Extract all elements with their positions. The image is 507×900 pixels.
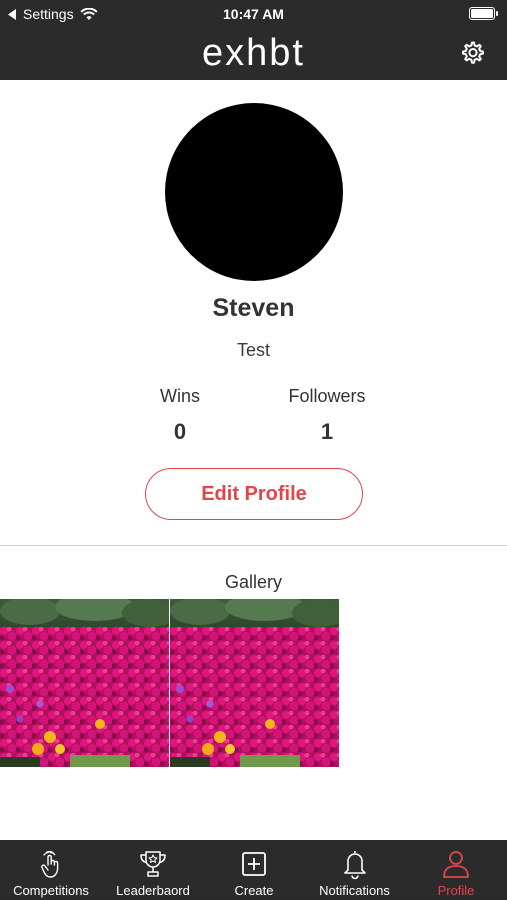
tab-label: Create [234,883,274,898]
tab-profile[interactable]: Profile [405,840,507,900]
wins-label: Wins [160,386,200,406]
gallery-photo [0,599,169,767]
followers-stat[interactable]: Followers 1 [267,386,387,445]
profile-bio: Test [236,340,270,360]
gallery-title: Gallery [224,572,282,592]
status-time: 10:47 AM [223,6,284,22]
plus-square-icon [242,852,266,876]
tab-competitions[interactable]: Competitions [0,840,102,900]
tab-leaderboard[interactable]: Leaderbaord [102,840,204,900]
tab-label: Competitions [13,883,89,898]
wins-stat: Wins 0 [120,386,240,445]
bell-icon [343,851,366,880]
app-logo: exhbt [202,32,305,74]
avatar[interactable] [165,103,343,281]
tab-label: Profile [437,883,475,898]
tab-create[interactable]: Create [204,840,304,900]
trophy-icon [140,851,166,877]
battery-icon [469,7,498,20]
gallery-item[interactable] [0,599,169,767]
edit-profile-button[interactable]: Edit Profile [145,468,363,520]
tab-notifications[interactable]: Notifications [304,840,405,900]
followers-label: Followers [288,386,366,406]
tab-label: Leaderbaord [116,883,190,898]
gear-icon[interactable] [459,40,485,66]
app-header: Settings 10:47 AM exhbt [0,0,507,80]
person-icon [443,851,469,878]
touch-hand-icon [41,850,59,878]
section-divider [0,545,507,546]
wins-count: 0 [173,419,187,444]
followers-count: 1 [320,419,334,444]
status-bar: Settings 10:47 AM [0,0,507,28]
profile-name: Steven [212,294,295,322]
gallery-item[interactable] [170,599,339,767]
gallery-photo [170,599,339,767]
tab-bar: Competitions Leaderbaord Create Notifica… [0,840,507,900]
tab-label: Notifications [319,883,390,898]
